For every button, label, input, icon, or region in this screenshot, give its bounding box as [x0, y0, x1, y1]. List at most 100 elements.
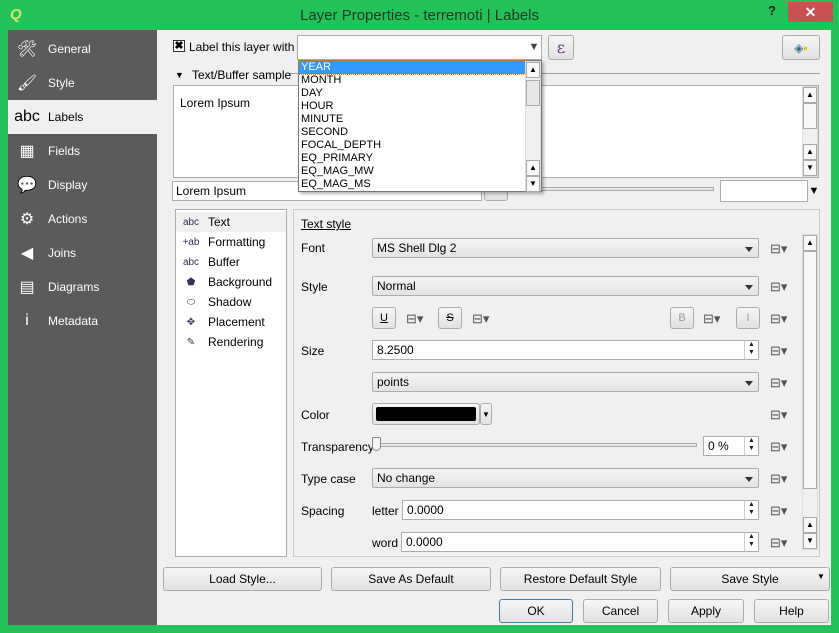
- collapse-arrow-icon[interactable]: ▼: [175, 70, 184, 80]
- data-defined-override-icon[interactable]: ⊟▾: [770, 439, 787, 455]
- transparency-slider[interactable]: [375, 443, 697, 447]
- subtab-rendering[interactable]: ✎ Rendering: [176, 332, 286, 352]
- letter-spinner[interactable]: ▲ ▼: [744, 501, 758, 519]
- size-spinner[interactable]: ▲ ▼: [744, 341, 758, 359]
- field-dropdown-list[interactable]: YEAR MONTH DAY HOUR MINUTE SECOND FOCAL_DEPTH E…: [298, 60, 542, 192]
- sidebar-item-fields[interactable]: ▦ Fields: [8, 134, 157, 168]
- subtab-shadow[interactable]: ⬭ Shadow: [176, 292, 286, 312]
- help-title-button[interactable]: ?: [768, 3, 776, 18]
- sidebar-item-label: Diagrams: [48, 280, 100, 294]
- window-title: Layer Properties - terremoti | Labels: [300, 7, 539, 24]
- dropdown-option[interactable]: DAY: [299, 87, 525, 100]
- data-defined-override-icon[interactable]: ⊟▾: [472, 311, 489, 327]
- color-menu-button[interactable]: ▼: [480, 403, 492, 425]
- text-style-heading: Text style: [301, 217, 352, 231]
- subtab-placement[interactable]: ✥ Placement: [176, 312, 286, 332]
- chevron-down-icon[interactable]: ▼: [527, 38, 541, 56]
- close-button[interactable]: ✕: [788, 2, 833, 22]
- label-checkbox[interactable]: ✖: [173, 40, 185, 52]
- label-field-combo[interactable]: [297, 35, 542, 60]
- dropdown-option[interactable]: EQ_MAG_MS: [299, 178, 525, 191]
- expression-button[interactable]: ε: [548, 35, 574, 60]
- sidebar-item-label: Joins: [48, 246, 77, 260]
- word-spinner[interactable]: ▲ ▼: [744, 533, 758, 551]
- dropdown-scrollbar[interactable]: ▲ ▲ ▼: [525, 61, 541, 192]
- word-spacing-input[interactable]: 0.0000: [401, 532, 759, 552]
- typecase-label: Type case: [301, 472, 356, 486]
- text-style-scrollbar[interactable]: ▲ ▲ ▼: [802, 234, 818, 550]
- sidebar-item-labels[interactable]: abc Labels: [8, 100, 157, 134]
- underline-button[interactable]: U: [372, 307, 396, 329]
- joins-icon: ◀: [20, 245, 34, 262]
- size-label: Size: [301, 344, 325, 358]
- ok-button[interactable]: OK: [499, 599, 573, 623]
- dropdown-option[interactable]: YEAR: [298, 60, 526, 75]
- typecase-combo[interactable]: No change: [372, 468, 759, 488]
- load-style-button[interactable]: Load Style...: [163, 567, 322, 591]
- diagrams-icon: ▤: [19, 279, 35, 296]
- sidebar: 🛠 General 🖌 Style abc Labels ▦ Fields 💬 Display ⚙ A…: [8, 30, 157, 625]
- dropdown-option[interactable]: EQ_PRIMARY: [299, 152, 525, 165]
- save-style-button[interactable]: Save Style: [670, 567, 830, 591]
- metadata-icon: i: [25, 312, 29, 329]
- apply-button[interactable]: Apply: [668, 599, 744, 623]
- display-icon: 💬: [17, 177, 37, 194]
- subtab-buffer[interactable]: abc Buffer: [176, 252, 286, 272]
- data-defined-override-icon[interactable]: ⊟▾: [770, 311, 787, 327]
- label-checkbox-label: Label this layer with: [189, 40, 295, 54]
- dropdown-option[interactable]: MONTH: [299, 74, 525, 87]
- sidebar-item-actions[interactable]: ⚙ Actions: [8, 202, 157, 236]
- dropdown-option[interactable]: HOUR: [299, 100, 525, 113]
- sidebar-item-display[interactable]: 💬 Display: [8, 168, 157, 202]
- letter-spacing-input[interactable]: 0.0000: [402, 500, 759, 520]
- sidebar-item-label: General: [48, 42, 91, 56]
- color-button[interactable]: [372, 403, 480, 425]
- cancel-button[interactable]: Cancel: [583, 599, 658, 623]
- dropdown-option[interactable]: SECOND: [299, 126, 525, 139]
- size-unit-combo[interactable]: points: [372, 372, 759, 392]
- transparency-spinner[interactable]: ▲ ▼: [744, 437, 758, 455]
- data-defined-override-icon[interactable]: ⊟▾: [770, 375, 787, 391]
- bold-button[interactable]: B: [670, 307, 694, 329]
- restore-default-button[interactable]: Restore Default Style: [500, 567, 661, 591]
- sidebar-item-joins[interactable]: ◀ Joins: [8, 236, 157, 270]
- subtab-background[interactable]: ⬟ Background: [176, 272, 286, 292]
- font-combo[interactable]: MS Shell Dlg 2: [372, 238, 759, 258]
- italic-button[interactable]: I: [736, 307, 760, 329]
- sidebar-item-label: Actions: [48, 212, 88, 226]
- chevron-down-icon[interactable]: ▼: [807, 182, 821, 200]
- dropdown-option[interactable]: EQ_MAG_MW: [299, 165, 525, 178]
- sample-zoom-slider[interactable]: [540, 187, 714, 191]
- data-defined-override-icon[interactable]: ⊟▾: [770, 279, 787, 295]
- sidebar-item-style[interactable]: 🖌 Style: [8, 66, 157, 100]
- spacing-label: Spacing: [301, 504, 345, 518]
- sample-bg-color[interactable]: [720, 180, 808, 202]
- size-input[interactable]: 8.2500: [372, 340, 759, 360]
- data-defined-override-icon[interactable]: ⊟▾: [770, 407, 787, 423]
- sidebar-item-general[interactable]: 🛠 General: [8, 32, 157, 66]
- sidebar-item-metadata[interactable]: i Metadata: [8, 304, 157, 338]
- rules-icon: ◈: [794, 40, 804, 55]
- data-defined-override-icon[interactable]: ⊟▾: [406, 311, 423, 327]
- help-button[interactable]: Help: [754, 599, 829, 623]
- dropdown-option[interactable]: FOCAL_DEPTH: [299, 139, 525, 152]
- style-combo[interactable]: Normal: [372, 276, 759, 296]
- subtab-formatting[interactable]: +ab Formatting: [176, 232, 286, 252]
- color-swatch: [376, 407, 476, 421]
- subtab-text[interactable]: abc Text: [176, 212, 286, 232]
- data-defined-override-icon[interactable]: ⊟▾: [770, 503, 787, 519]
- transparency-slider-handle[interactable]: [372, 437, 381, 451]
- preview-scrollbar[interactable]: ▲ ▲ ▼: [802, 86, 818, 177]
- dropdown-option[interactable]: MINUTE: [299, 113, 525, 126]
- data-defined-override-icon[interactable]: ⊟▾: [770, 535, 787, 551]
- chevron-down-icon[interactable]: ▼: [817, 572, 825, 581]
- rule-settings-button[interactable]: ◈ ▪: [782, 35, 820, 60]
- strikeout-button[interactable]: S: [438, 307, 462, 329]
- data-defined-override-icon[interactable]: ⊟▾: [770, 343, 787, 359]
- sidebar-item-diagrams[interactable]: ▤ Diagrams: [8, 270, 157, 304]
- data-defined-override-icon[interactable]: ⊟▾: [770, 471, 787, 487]
- save-as-default-button[interactable]: Save As Default: [331, 567, 491, 591]
- sidebar-item-label: Style: [48, 76, 75, 90]
- data-defined-override-icon[interactable]: ⊟▾: [703, 311, 720, 327]
- data-defined-override-icon[interactable]: ⊟▾: [770, 241, 787, 257]
